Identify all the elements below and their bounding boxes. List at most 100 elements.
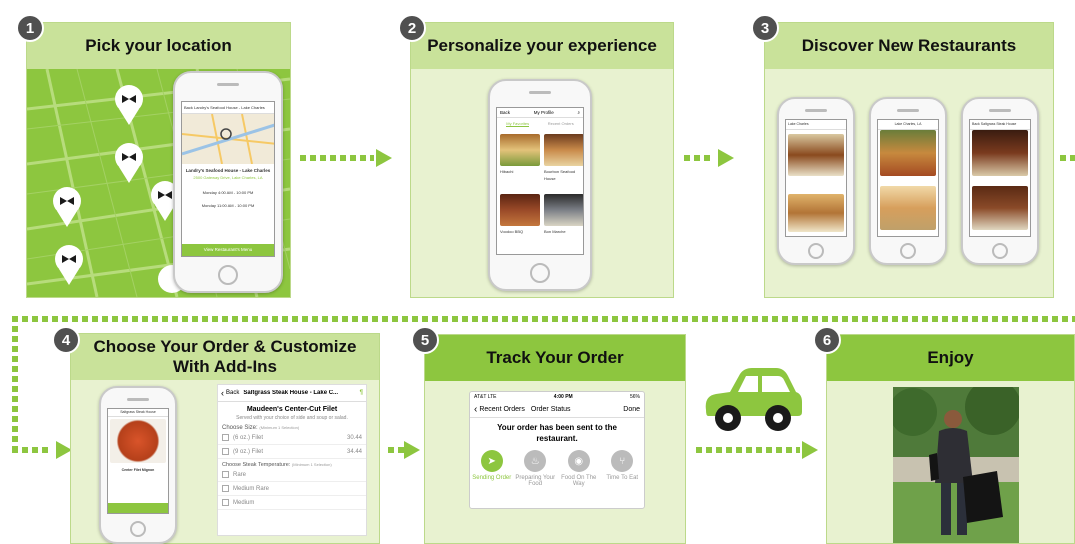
back-arrow-icon[interactable]: ‹ <box>474 404 477 415</box>
list-item[interactable]: Bon Marche <box>544 228 566 235</box>
item-name: Center Filet Mignon <box>121 468 155 472</box>
step-6-panel: Enjoy <box>826 334 1075 544</box>
temp-option[interactable]: Medium Rare <box>218 482 366 496</box>
arrowhead-icon <box>802 441 818 459</box>
screen-title: Order Status <box>530 406 571 413</box>
order-detail-screen: ‹ Back Saltgrass Steak House - Lake C...… <box>217 384 367 536</box>
search-icon[interactable]: ⌕ <box>577 110 580 115</box>
step-5-title: Track Your Order <box>425 335 685 381</box>
size-option[interactable]: (9 oz.) Filet 34.44 <box>218 445 366 459</box>
step-badge-6: 6 <box>813 326 841 354</box>
arrowhead-icon <box>404 441 420 459</box>
back-link[interactable]: Back <box>500 110 510 115</box>
restaurant-header: Saltgrass Steak House - Lake C... <box>243 390 339 396</box>
restaurant-name: Landry's Seafood House - Lake Charles <box>185 168 271 173</box>
location-label: Lake Charles <box>786 120 846 130</box>
size-option[interactable]: (6 oz.) Filet 30.44 <box>218 431 366 445</box>
step-1-panel: Pick your location Back Landry's Seafood… <box>26 22 291 298</box>
clock: 4:00 PM <box>553 394 573 400</box>
food-image <box>880 186 936 230</box>
hours-restaurant: Monday 11:00 AM - 10:00 PM <box>201 203 255 208</box>
restaurant-name: Saltgrass Steak House <box>108 409 168 417</box>
temp-option[interactable]: Medium <box>218 496 366 510</box>
temp-option[interactable]: Rare <box>218 468 366 482</box>
arrow-2-to-3 <box>684 155 714 161</box>
step-6-title: Enjoy <box>827 335 1074 381</box>
car-icon <box>705 368 802 431</box>
arrow-3-continue <box>1060 155 1075 161</box>
screen-title: My Profile <box>533 110 554 115</box>
step-2-phone: Back My Profile ⌕ My Favorites Recent Or… <box>488 79 592 291</box>
temp-label: Choose Steak Temperature: <box>222 462 291 468</box>
utensils-icon[interactable]: ¶ <box>360 390 363 396</box>
step-2-panel: Personalize your experience Back My Prof… <box>410 22 674 298</box>
step-badge-1: 1 <box>16 14 44 42</box>
fork-knife-icon: ⑂ <box>611 450 634 472</box>
back-link[interactable]: Recent Orders <box>479 406 525 413</box>
location-map <box>182 114 274 164</box>
list-item[interactable]: Bourbon Seafood House <box>544 168 583 182</box>
hours-delivery: Monday 4:00 AM - 10:00 PM <box>202 190 254 195</box>
step-badge-4: 4 <box>52 326 80 354</box>
delivery-photo <box>893 387 1019 543</box>
wrap-line-top <box>12 316 1075 322</box>
food-image <box>500 134 540 166</box>
done-button[interactable]: Done <box>623 406 640 413</box>
food-image <box>544 134 583 166</box>
tab-favorites[interactable]: My Favorites <box>506 121 530 127</box>
food-image <box>788 134 844 176</box>
chef-icon: ♨ <box>524 450 547 472</box>
food-image <box>788 194 844 232</box>
battery: 56% <box>629 394 640 400</box>
send-icon: ➤ <box>480 450 503 472</box>
view-menu-button[interactable]: View Restaurant's Menu <box>182 244 274 256</box>
step-3-phone-2: Lake Charles, LA <box>869 97 947 265</box>
back-link[interactable]: Back <box>226 390 239 396</box>
list-item[interactable]: Hibachi <box>500 168 513 175</box>
back-link[interactable]: Back Saltgrass Steak House <box>970 120 1030 130</box>
stage-time-to-eat: ⑂ Time To Eat <box>601 450 645 487</box>
arrow-4-to-5 <box>388 447 404 453</box>
step-4-phone: Saltgrass Steak House Center Filet Migno… <box>99 386 177 544</box>
restaurant-address: 2500 Gateway Drive, Lake Charles, LA <box>193 175 263 180</box>
step-badge-2: 2 <box>398 14 426 42</box>
food-image <box>544 194 583 226</box>
back-arrow-icon[interactable]: ‹ <box>221 388 224 398</box>
temp-note: (Minimum 1 Selection) <box>291 462 332 467</box>
list-item[interactable]: Voodoo BBQ <box>500 228 523 235</box>
size-label: Choose Size: <box>222 425 258 431</box>
stage-sending: ➤ Sending Order <box>470 450 514 487</box>
food-image <box>110 419 166 463</box>
arrowhead-icon <box>376 149 392 167</box>
wrap-line-left <box>12 316 18 454</box>
add-to-order-button[interactable] <box>108 503 168 513</box>
back-link[interactable]: Back Landry's Seafood House - Lake Charl… <box>182 102 274 114</box>
tab-recent-orders[interactable]: Recent Orders <box>548 121 574 127</box>
size-note: (Minimum 1 Selection) <box>259 425 300 430</box>
step-3-phone-3: Back Saltgrass Steak House <box>961 97 1039 265</box>
food-image <box>500 194 540 226</box>
item-description: Served with your choice of side and soup… <box>236 415 348 421</box>
food-image <box>972 130 1028 176</box>
car-icon: ◉ <box>567 450 590 472</box>
item-title: Maudeen's Center-Cut Filet <box>246 406 338 413</box>
location-label: Lake Charles, LA <box>878 120 938 130</box>
step-4-panel: Choose Your Order & Customize With Add-I… <box>70 333 380 544</box>
carrier: AT&T LTE <box>474 394 497 400</box>
step-3-phone-1: Lake Charles <box>777 97 855 265</box>
step-3-panel: Discover New Restaurants Lake Charles La… <box>764 22 1054 298</box>
step-3-title: Discover New Restaurants <box>765 23 1053 69</box>
food-image <box>972 186 1028 230</box>
stage-preparing: ♨ Preparing Your Food <box>514 450 558 487</box>
step-5-panel: Track Your Order AT&T LTE 4:00 PM 56% ‹ … <box>424 334 686 544</box>
arrow-into-4 <box>12 447 52 453</box>
step-4-title: Choose Your Order & Customize With Add-I… <box>71 334 379 380</box>
arrowhead-icon <box>718 149 734 167</box>
order-status-screen: AT&T LTE 4:00 PM 56% ‹ Recent Orders Ord… <box>469 391 645 509</box>
step-2-title: Personalize your experience <box>411 23 673 69</box>
step-badge-5: 5 <box>411 326 439 354</box>
status-message: Your order has been sent to the restaura… <box>497 423 617 443</box>
step-badge-3: 3 <box>751 14 779 42</box>
stage-on-the-way: ◉ Food On The Way <box>557 450 601 487</box>
arrow-5-to-6 <box>696 447 800 453</box>
